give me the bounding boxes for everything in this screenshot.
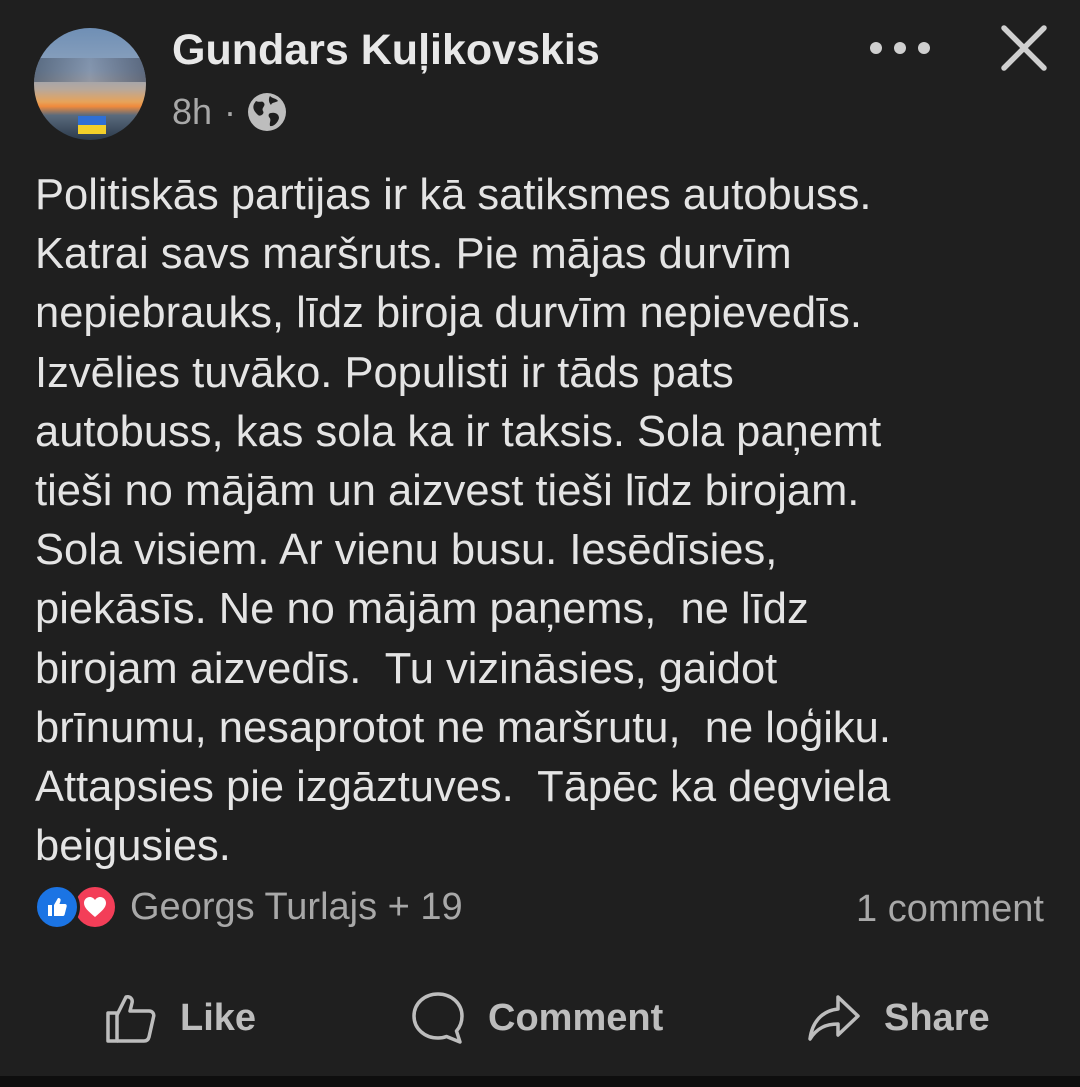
avatar-cloud-shape xyxy=(34,58,146,82)
share-button[interactable]: Share xyxy=(806,980,990,1056)
like-button[interactable]: Like xyxy=(104,980,256,1056)
share-label: Share xyxy=(884,996,990,1039)
post-body-line: brīnumu, nesaprotot ne maršrutu, ne loģi… xyxy=(35,703,891,752)
post-body: Politiskās partijas ir kā satiksmes auto… xyxy=(35,166,1055,876)
meta-separator: · xyxy=(224,91,237,132)
post-body-line: piekāsīs. Ne no mājām paņems, ne līdz xyxy=(35,585,809,634)
post-body-line: birojam aizvedīs. Tu vizināsies, gaidot xyxy=(35,644,778,693)
post-body-line: beigusies. xyxy=(35,822,231,871)
post-body-line: autobuss, kas sola ka ir taksis. Sola pa… xyxy=(35,407,882,456)
post-time[interactable]: 8h xyxy=(172,88,212,136)
author-name[interactable]: Gundars Kuļikovskis xyxy=(172,22,600,78)
post-body-line: Sola visiem. Ar vienu busu. Iesēdīsies, xyxy=(35,526,778,575)
more-options-icon[interactable] xyxy=(870,28,930,68)
globe-icon[interactable] xyxy=(246,91,288,133)
ukraine-flag-icon xyxy=(78,116,106,134)
reaction-names[interactable]: Georgs Turlajs + 19 xyxy=(130,886,463,929)
like-reaction-icon xyxy=(34,884,80,930)
comment-bubble-icon xyxy=(412,992,464,1044)
post-body-line: Katrai savs maršruts. Pie mājas durvīm xyxy=(35,230,792,279)
thumbs-up-icon xyxy=(106,995,156,1043)
avatar[interactable] xyxy=(34,28,146,140)
post-body-line: Attapsies pie izgāztuves. Tāpēc ka degvi… xyxy=(35,763,891,812)
post-body-line: Politiskās partijas ir kā satiksmes auto… xyxy=(35,171,872,219)
comment-count[interactable]: 1 comment xyxy=(856,884,1044,934)
reactions-summary[interactable]: Georgs Turlajs + 19 xyxy=(34,884,463,930)
post-card: Gundars Kuļikovskis 8h · Politiskās part… xyxy=(0,0,1080,1087)
action-bar: Like Comment Share xyxy=(0,980,1080,1056)
close-icon[interactable] xyxy=(998,22,1050,74)
like-label: Like xyxy=(180,996,257,1039)
post-body-line: Izvēlies tuvāko. Populisti ir tāds pats xyxy=(35,348,734,397)
post-body-line: tieši no mājām un aizvest tieši līdz bir… xyxy=(35,467,860,516)
comment-button[interactable]: Comment xyxy=(410,980,663,1056)
post-meta: 8h · xyxy=(172,88,288,136)
bottom-divider xyxy=(0,1076,1080,1087)
share-arrow-icon xyxy=(808,995,860,1041)
post-body-line: nepiebrauks, līdz biroja durvīm nepieved… xyxy=(35,289,862,338)
comment-label: Comment xyxy=(488,996,664,1039)
